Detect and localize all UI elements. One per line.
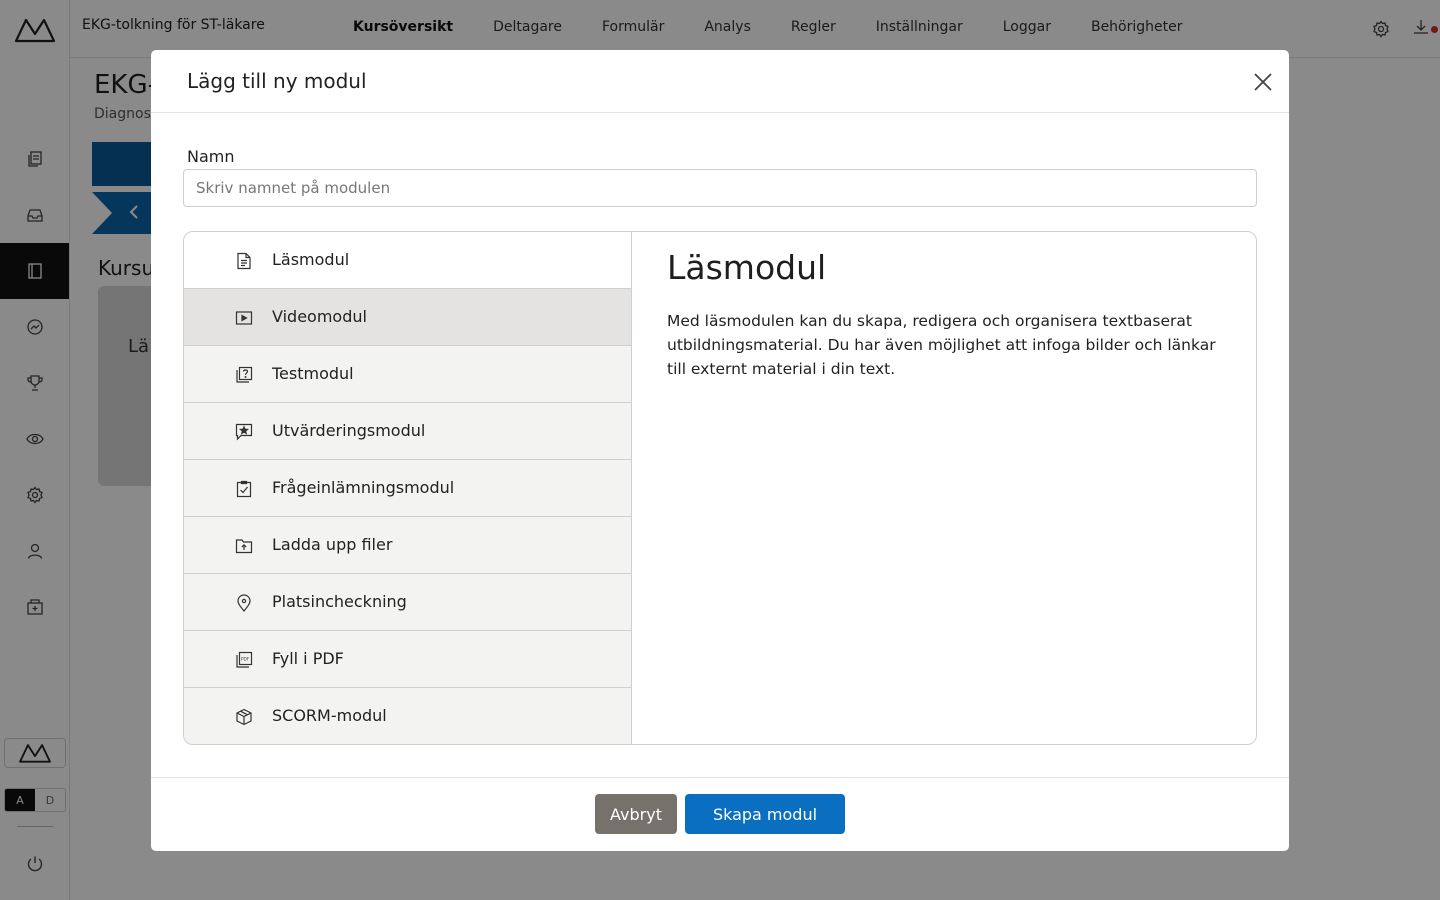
star-comment-icon <box>234 422 254 442</box>
selected-module-description: Med läsmodulen kan du skapa, redigera oc… <box>667 312 1216 378</box>
location-pin-icon <box>234 593 254 613</box>
pdf-icon: PDF <box>234 650 254 670</box>
module-type-label: Fyll i PDF <box>272 649 344 668</box>
add-module-dialog: Lägg till ny modul Namn Läsmodul Videomo… <box>151 50 1289 851</box>
name-label: Namn <box>187 147 235 166</box>
module-type-file-upload[interactable]: Ladda upp filer <box>184 517 631 574</box>
module-type-label: Platsincheckning <box>272 592 407 611</box>
module-type-label: Läsmodul <box>272 250 350 269</box>
module-type-label: SCORM-modul <box>272 706 387 725</box>
close-button[interactable] <box>1251 70 1275 94</box>
folder-upload-icon <box>234 536 254 556</box>
module-type-label: Ladda upp filer <box>272 535 393 554</box>
cancel-button[interactable]: Avbryt <box>595 794 677 834</box>
module-type-description-panel: Läsmodul Med läsmodulen kan du skapa, re… <box>667 248 1227 381</box>
clipboard-check-icon <box>234 479 254 499</box>
dialog-header: Lägg till ny modul <box>151 50 1289 113</box>
module-type-list: Läsmodul Videomodul Testmodul Utvärderin… <box>184 232 632 744</box>
module-type-scorm[interactable]: SCORM-modul <box>184 688 631 744</box>
module-type-question-submission[interactable]: Frågeinlämningsmodul <box>184 460 631 517</box>
module-type-location-checkin[interactable]: Platsincheckning <box>184 574 631 631</box>
module-type-label: Videomodul <box>272 307 367 326</box>
module-type-label: Testmodul <box>272 364 354 383</box>
module-type-fill-pdf[interactable]: PDF Fyll i PDF <box>184 631 631 688</box>
module-name-input[interactable] <box>183 169 1257 207</box>
dialog-footer: Avbryt Skapa modul <box>151 777 1289 851</box>
module-type-label: Frågeinlämningsmodul <box>272 478 455 497</box>
selected-module-title: Läsmodul <box>667 248 827 287</box>
dialog-title: Lägg till ny modul <box>187 69 367 93</box>
module-type-evaluation[interactable]: Utvärderingsmodul <box>184 403 631 460</box>
package-icon <box>234 707 254 727</box>
create-module-button[interactable]: Skapa modul <box>685 794 845 834</box>
svg-text:PDF: PDF <box>241 657 250 662</box>
module-type-picker: Läsmodul Videomodul Testmodul Utvärderin… <box>183 231 1257 745</box>
module-type-reading[interactable]: Läsmodul <box>184 232 631 289</box>
document-icon <box>234 251 254 271</box>
quiz-icon <box>234 365 254 385</box>
module-type-video[interactable]: Videomodul <box>184 289 631 346</box>
module-type-test[interactable]: Testmodul <box>184 346 631 403</box>
module-type-label: Utvärderingsmodul <box>272 421 426 440</box>
video-icon <box>234 308 254 328</box>
close-icon <box>1254 73 1272 91</box>
